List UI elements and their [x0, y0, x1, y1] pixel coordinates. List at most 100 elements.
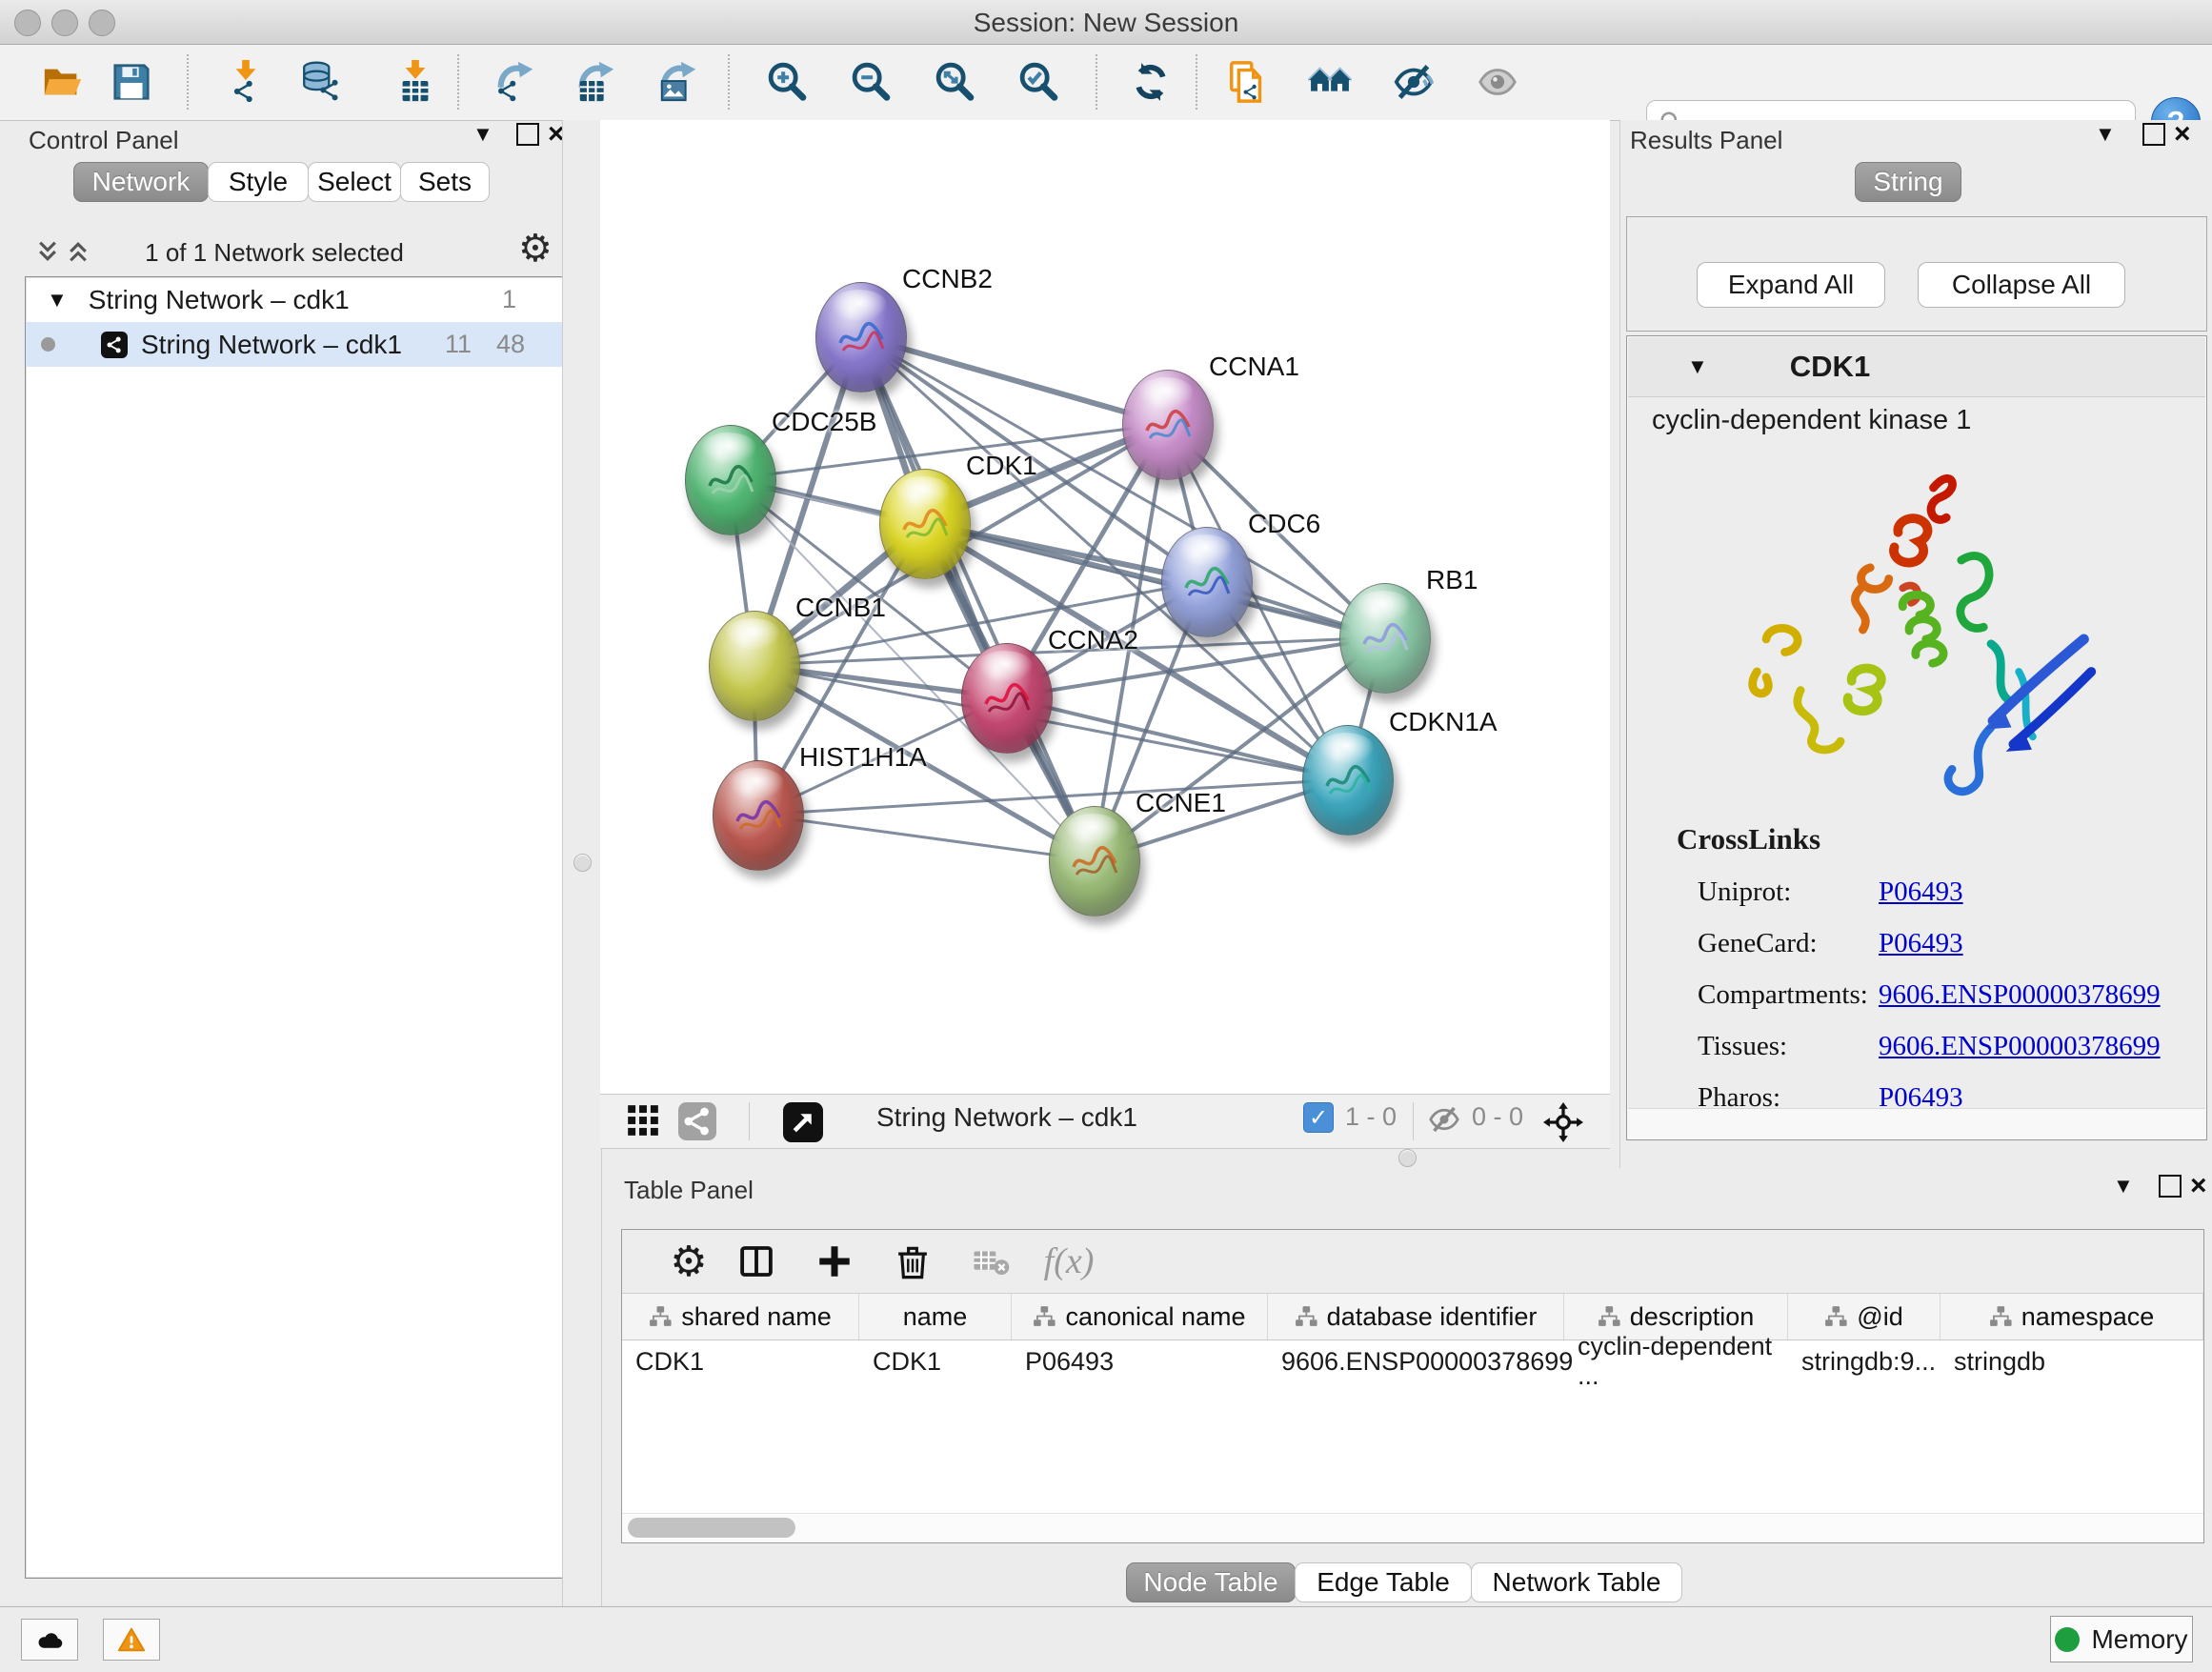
- protein-description: cyclin-dependent kinase 1: [1652, 405, 1971, 436]
- protein-node-ccna1[interactable]: [1122, 370, 1214, 480]
- crosslink-label: Tissues:: [1698, 1031, 1879, 1062]
- protein-expander-icon[interactable]: ▼: [1687, 354, 1708, 379]
- tab-node-table[interactable]: Node Table: [1126, 1562, 1296, 1602]
- control-panel-float-button[interactable]: [516, 120, 539, 149]
- import-table-button[interactable]: [391, 56, 440, 108]
- collection-label: String Network – cdk1: [89, 285, 350, 315]
- crosslink-link[interactable]: P06493: [1879, 928, 1963, 959]
- split-table-button[interactable]: [734, 1241, 778, 1281]
- show-all-button[interactable]: [1473, 56, 1522, 108]
- zoom-selected-button[interactable]: [1014, 56, 1063, 108]
- network-collection-row[interactable]: ▼ String Network – cdk1 1: [26, 277, 563, 322]
- table-settings-button[interactable]: ⚙: [656, 1238, 700, 1286]
- selected-checkbox-icon[interactable]: ✓: [1303, 1102, 1334, 1133]
- tab-style[interactable]: Style: [208, 162, 309, 202]
- protein-node-cdk1[interactable]: [879, 469, 971, 579]
- control-panel-menu-button[interactable]: ▼: [473, 120, 493, 149]
- splitter-handle[interactable]: [573, 854, 592, 872]
- hide-selected-button[interactable]: [1389, 56, 1438, 108]
- open-in-window-icon[interactable]: [783, 1102, 823, 1142]
- network-canvas[interactable]: CCNB2 CCNA1 CDC25B CDK1 CDC6 RB1CCNB1 CC…: [600, 120, 1610, 1094]
- zoom-in-button[interactable]: [762, 56, 812, 108]
- tab-select[interactable]: Select: [308, 162, 401, 202]
- protein-node-cdc6[interactable]: [1161, 527, 1253, 637]
- zoom-fit-button[interactable]: [930, 56, 979, 108]
- protein-node-hist1h1a[interactable]: [713, 760, 804, 871]
- tab-string[interactable]: String: [1855, 162, 1961, 202]
- table-panel-close-button[interactable]: ×: [2190, 1172, 2207, 1200]
- import-database-button[interactable]: [297, 56, 347, 108]
- results-panel-float-button[interactable]: [2142, 120, 2165, 149]
- node-label-ccna2: CCNA2: [1048, 625, 1138, 655]
- network-overview-icon[interactable]: [678, 1102, 716, 1140]
- expand-all-button[interactable]: Expand All: [1697, 262, 1885, 308]
- table-panel-menu-button[interactable]: ▼: [2113, 1172, 2134, 1200]
- table-cell[interactable]: P06493: [1012, 1340, 1268, 1383]
- table-cell[interactable]: CDK1: [859, 1340, 1012, 1383]
- network-row-selected[interactable]: String Network – cdk1 11 48: [26, 322, 563, 367]
- crosslink-link[interactable]: 9606.ENSP00000378699: [1879, 979, 2161, 1011]
- warnings-button[interactable]: [103, 1619, 160, 1661]
- protein-node-ccna2[interactable]: [961, 643, 1053, 754]
- table-row[interactable]: CDK1CDK1P064939606.ENSP00000378699cyclin…: [622, 1340, 2203, 1383]
- tab-edge-table[interactable]: Edge Table: [1295, 1562, 1472, 1602]
- column-header-sharedname[interactable]: shared name: [622, 1294, 859, 1340]
- home-button[interactable]: [1305, 56, 1355, 108]
- column-header-name[interactable]: name: [859, 1294, 1012, 1340]
- tab-network-table[interactable]: Network Table: [1471, 1562, 1682, 1602]
- export-network-button[interactable]: [491, 56, 540, 108]
- delete-column-button[interactable]: [891, 1241, 935, 1281]
- crosslink-link[interactable]: 9606.ENSP00000378699: [1879, 1031, 2161, 1062]
- cloud-status-button[interactable]: [21, 1619, 78, 1661]
- protein-node-ccnb2[interactable]: [815, 282, 907, 393]
- import-network-button[interactable]: [221, 56, 271, 108]
- add-column-button[interactable]: [813, 1241, 856, 1281]
- column-header-canonicalname[interactable]: canonical name: [1012, 1294, 1268, 1340]
- copy-network-button[interactable]: [1223, 56, 1273, 108]
- table-h-scrollbar[interactable]: [622, 1513, 2203, 1542]
- crosslink-row: GeneCard:P06493: [1698, 928, 2206, 959]
- scrollbar-thumb[interactable]: [628, 1518, 795, 1538]
- table-panel-float-button[interactable]: [2159, 1172, 2182, 1200]
- table-cell[interactable]: stringdb: [1941, 1340, 2203, 1383]
- export-table-button[interactable]: [572, 56, 621, 108]
- birdseye-view-icon[interactable]: [625, 1102, 661, 1138]
- table-source-icon: [649, 1305, 672, 1328]
- network-node-count: 11: [445, 330, 472, 359]
- save-session-button[interactable]: [107, 56, 156, 108]
- column-header-namespace[interactable]: namespace: [1941, 1294, 2203, 1340]
- results-panel-menu-button[interactable]: ▼: [2095, 120, 2116, 149]
- protein-node-ccnb1[interactable]: [709, 611, 800, 721]
- table-cell[interactable]: cyclin-dependent ...: [1564, 1340, 1788, 1383]
- protein-node-ccne1[interactable]: [1049, 806, 1140, 917]
- protein-node-cdkn1a[interactable]: [1302, 725, 1394, 836]
- results-panel-close-button[interactable]: ×: [2174, 120, 2191, 149]
- table-toolbar: ⚙f(x): [622, 1230, 2203, 1294]
- protein-node-rb1[interactable]: [1339, 583, 1431, 694]
- table-cell[interactable]: CDK1: [622, 1340, 859, 1383]
- table-cell[interactable]: 9606.ENSP00000378699: [1268, 1340, 1564, 1383]
- zoom-out-button[interactable]: [846, 56, 895, 108]
- table-source-icon: [1824, 1305, 1847, 1328]
- table-cell[interactable]: stringdb:9...: [1788, 1340, 1941, 1383]
- crosslink-link[interactable]: P06493: [1879, 876, 1963, 908]
- open-session-button[interactable]: [38, 56, 88, 108]
- refresh-view-button[interactable]: [1126, 56, 1176, 108]
- protein-card-header[interactable]: ▼ CDK1: [1628, 337, 2205, 397]
- tab-network[interactable]: Network: [73, 162, 209, 202]
- export-image-button[interactable]: [654, 56, 703, 108]
- protein-node-cdc25b[interactable]: [685, 425, 776, 535]
- memory-button[interactable]: Memory: [2050, 1616, 2193, 1662]
- network-options-gear-icon[interactable]: ⚙: [518, 227, 553, 271]
- network-edge[interactable]: [757, 815, 1094, 860]
- network-edge[interactable]: [860, 336, 1094, 860]
- collapse-all-button[interactable]: Collapse All: [1918, 262, 2125, 308]
- protein-result-card: ▼ CDK1 cyclin-dependent kinase 1: [1626, 335, 2207, 1140]
- network-edge[interactable]: [860, 336, 1167, 424]
- column-header-databaseidentifier[interactable]: database identifier: [1268, 1294, 1564, 1340]
- horizontal-splitter-handle[interactable]: [1398, 1149, 1417, 1167]
- column-header-id[interactable]: @id: [1788, 1294, 1941, 1340]
- fit-selected-crosshair-icon[interactable]: [1543, 1102, 1583, 1142]
- collection-expander-icon[interactable]: ▼: [47, 288, 68, 312]
- tab-sets[interactable]: Sets: [400, 162, 490, 202]
